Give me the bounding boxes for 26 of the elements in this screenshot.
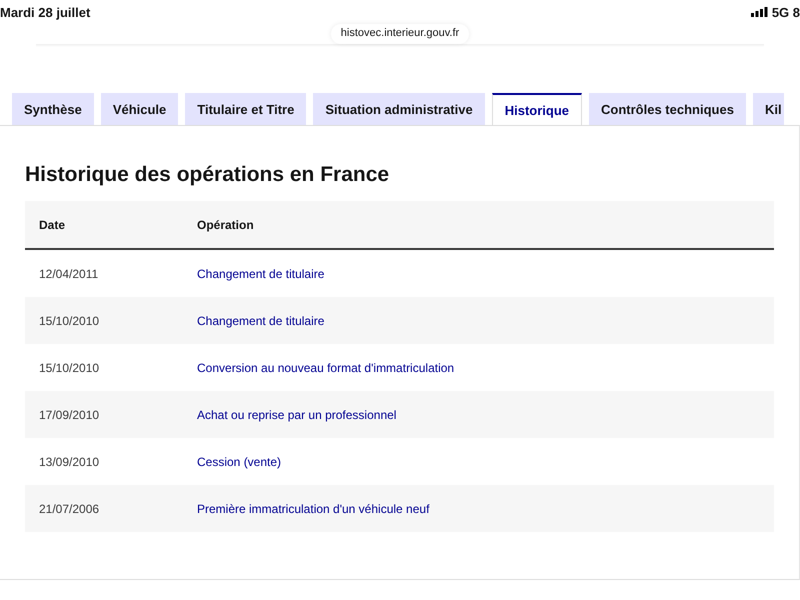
tab[interactable]: Véhicule xyxy=(100,93,178,125)
date-cell: 13/09/2010 xyxy=(39,454,100,468)
date-cell: 21/07/2006 xyxy=(39,502,100,516)
tab[interactable]: Synthèse xyxy=(12,93,94,125)
network-label: 5G 8 xyxy=(772,4,800,20)
date-cell: 12/04/2011 xyxy=(39,266,98,280)
status-date: Mardi 28 juillet xyxy=(0,4,90,20)
date-cell: 15/10/2010 xyxy=(39,360,100,374)
operation-link[interactable]: Changement de titulaire xyxy=(197,266,324,280)
operation-link[interactable]: Achat ou reprise par un professionnel xyxy=(197,408,396,422)
operation-link[interactable]: Première immatriculation d'un véhicule neuf xyxy=(197,502,430,516)
column-header: Opération xyxy=(197,218,254,232)
address-bar[interactable]: histovec.interieur.gouv.fr xyxy=(330,24,470,44)
date-cell: 15/10/2010 xyxy=(39,314,100,328)
operation-link[interactable]: Conversion au nouveau format d'immatriculation xyxy=(197,360,454,374)
tab[interactable]: Historique xyxy=(492,93,582,125)
signal-icon xyxy=(750,7,768,17)
tab[interactable]: Titulaire et Titre xyxy=(185,93,306,125)
tab[interactable]: Contrôles techniques xyxy=(589,93,746,125)
operation-link[interactable]: Changement de titulaire xyxy=(197,314,324,328)
tab[interactable]: Kil xyxy=(752,93,784,125)
date-cell: 17/09/2010 xyxy=(39,408,100,422)
column-header: Date xyxy=(39,218,66,232)
tab[interactable]: Situation administrative xyxy=(313,93,485,125)
operation-link[interactable]: Cession (vente) xyxy=(197,454,282,468)
section-title: Historique des opérations en France xyxy=(25,163,390,187)
